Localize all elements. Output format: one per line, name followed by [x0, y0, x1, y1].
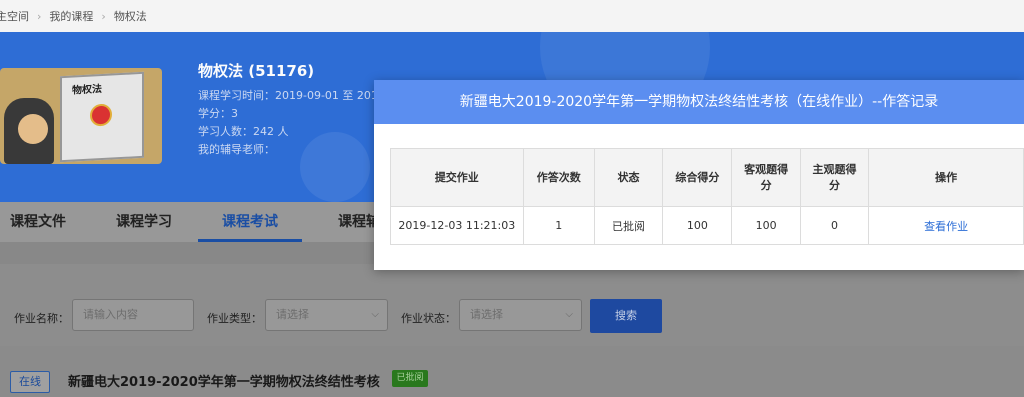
view-homework-link[interactable]: 查看作业 [924, 220, 968, 233]
answer-record-table: 提交作业 作答次数 状态 综合得分 客观题得分 主观题得分 操作 2019-12… [390, 148, 1024, 245]
table-header-row: 提交作业 作答次数 状态 综合得分 客观题得分 主观题得分 操作 [390, 148, 1024, 207]
cell-subjective: 0 [799, 206, 870, 245]
column-header-total: 综合得分 [662, 148, 733, 207]
column-header-status: 状态 [593, 148, 664, 207]
cell-total: 100 [662, 206, 733, 245]
dialog-title: 新疆电大2019-2020学年第一学期物权法终结性考核（在线作业）--作答记录 [374, 80, 1024, 124]
cell-submitted: 2019-12-03 11:21:03 [390, 206, 524, 245]
cell-status: 已批阅 [593, 206, 664, 245]
cell-attempts: 1 [522, 206, 595, 245]
cell-objective: 100 [731, 206, 801, 245]
column-header-subjective: 主观题得分 [799, 148, 870, 207]
column-header-action: 操作 [868, 148, 1024, 207]
dialog-body: 提交作业 作答次数 状态 综合得分 客观题得分 主观题得分 操作 2019-12… [390, 148, 1024, 245]
table-row: 2019-12-03 11:21:03 1 已批阅 100 100 0 查看作业 [390, 206, 1024, 245]
column-header-attempts: 作答次数 [522, 148, 595, 207]
cell-action: 查看作业 [868, 206, 1024, 245]
column-header-submitted: 提交作业 [390, 148, 524, 207]
column-header-objective: 客观题得分 [731, 148, 801, 207]
answer-record-dialog: 新疆电大2019-2020学年第一学期物权法终结性考核（在线作业）--作答记录 … [374, 80, 1024, 270]
